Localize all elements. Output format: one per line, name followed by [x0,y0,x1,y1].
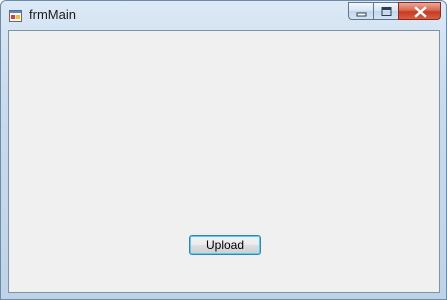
minimize-button[interactable] [348,2,373,20]
window-title: frmMain [29,7,76,22]
window-controls [348,2,441,20]
upload-button[interactable]: Upload [189,235,261,255]
app-window: frmMain Upload [0,0,447,300]
form-icon [9,9,23,23]
title-bar[interactable]: frmMain [1,1,446,29]
close-button[interactable] [398,2,441,20]
maximize-button[interactable] [373,2,398,20]
form-client-area: Upload [8,30,440,293]
